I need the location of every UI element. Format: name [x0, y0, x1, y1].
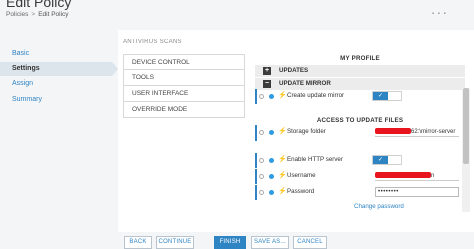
force-bolt-icon[interactable]: ⚡	[278, 171, 287, 179]
setting-group-bar	[255, 169, 257, 184]
nav-item-summary[interactable]: Summary	[0, 93, 112, 107]
force-bolt-icon[interactable]: ⚡	[278, 155, 287, 163]
password-field[interactable]: ••••••••	[375, 187, 459, 197]
scrollbar-thumb[interactable]	[463, 88, 469, 164]
nav-item-basic[interactable]: Basic	[0, 47, 112, 61]
username-input[interactable]: n	[375, 171, 459, 181]
category-list: DEVICE CONTROL TOOLS USER INTERFACE OVER…	[123, 54, 245, 118]
apply-radio[interactable]	[259, 190, 264, 195]
top-right-clipped-text: ▪ ▪ ▪	[432, 11, 447, 17]
wizard-nav: Basic Settings Assign Summary	[0, 30, 118, 249]
create-update-mirror-toggle[interactable]: ✓	[372, 91, 402, 101]
setting-label: Password	[287, 188, 315, 195]
force-bolt-icon[interactable]: ⚡	[278, 91, 287, 99]
change-password-link[interactable]: Change password	[354, 203, 404, 210]
enable-http-server-toggle[interactable]: ✓	[372, 155, 402, 165]
edit-policy-window: Edit Policy Policies > Edit Policy Basic S…	[0, 0, 474, 249]
setting-enable-http-server: ⚡ Enable HTTP server ✓	[255, 153, 465, 168]
redacted-block	[375, 128, 411, 135]
nav-item-settings[interactable]: Settings	[0, 62, 118, 76]
category-device-control[interactable]: DEVICE CONTROL	[123, 54, 245, 70]
category-tools[interactable]: TOOLS	[123, 70, 245, 86]
setting-group-bar	[255, 89, 257, 104]
breadcrumb-policies-link[interactable]: Policies	[6, 11, 28, 18]
back-button[interactable]: BACK	[124, 236, 152, 249]
setting-password: ⚡ Password ••••••••	[255, 185, 465, 200]
page-header: Edit Policy Policies > Edit Policy	[0, 0, 474, 30]
status-dot-icon[interactable]	[269, 130, 274, 135]
page-title: Edit Policy	[6, 0, 72, 10]
force-bolt-icon[interactable]: ⚡	[278, 187, 287, 195]
setting-label: Storage folder	[287, 128, 326, 135]
toggle-check-icon: ✓	[373, 92, 388, 100]
setting-storage-folder: ⚡ Storage folder 62:\mirror-server	[255, 125, 465, 141]
cancel-button[interactable]: CANCEL	[293, 236, 327, 249]
group-update-mirror-label: UPDATE MIRROR	[279, 80, 331, 87]
breadcrumb-separator: >	[31, 11, 36, 18]
group-updates-label: UPDATES	[279, 67, 309, 74]
apply-radio[interactable]	[259, 94, 264, 99]
breadcrumb-current: Edit Policy	[38, 11, 69, 18]
collapse-icon[interactable]: −	[263, 80, 271, 88]
setting-group-bar	[255, 125, 257, 141]
storage-folder-prefix: 62	[411, 129, 418, 135]
finish-button[interactable]: FINISH	[214, 236, 246, 249]
setting-group-bar	[255, 185, 257, 200]
status-dot-icon[interactable]	[269, 158, 274, 163]
settings-scrollbar[interactable]	[462, 88, 470, 212]
expand-icon[interactable]: +	[263, 67, 271, 75]
toggle-check-icon: ✓	[373, 156, 388, 164]
status-dot-icon[interactable]	[269, 174, 274, 179]
storage-folder-input[interactable]: 62:\mirror-server	[375, 127, 459, 137]
setting-label: Enable HTTP server	[287, 156, 343, 163]
continue-button[interactable]: CONTINUE	[156, 236, 194, 249]
breadcrumb: Policies > Edit Policy	[6, 11, 69, 18]
category-user-interface[interactable]: USER INTERFACE	[123, 86, 245, 102]
settings-panel: ANTIVIRUS SCANS DEVICE CONTROL TOOLS USE…	[118, 30, 474, 249]
setting-label: Create update mirror	[287, 92, 345, 99]
setting-label: Username	[287, 172, 316, 179]
apply-radio[interactable]	[259, 130, 264, 135]
force-bolt-icon[interactable]: ⚡	[278, 127, 287, 135]
category-override-mode[interactable]: OVERRIDE MODE	[123, 102, 245, 118]
apply-radio[interactable]	[259, 174, 264, 179]
section-my-profile: MY PROFILE	[340, 55, 380, 62]
storage-folder-value: :\mirror-server	[417, 129, 456, 135]
nav-item-assign[interactable]: Assign	[0, 77, 112, 91]
wizard-footer: BACK CONTINUE FINISH SAVE AS... CANCEL	[118, 232, 474, 249]
status-dot-icon[interactable]	[269, 94, 274, 99]
redacted-block	[375, 172, 431, 179]
save-as-button[interactable]: SAVE AS...	[251, 236, 289, 249]
settings-tree: MY PROFILE + UPDATES − UPDATE MIRROR ⚡ C…	[255, 44, 465, 226]
status-dot-icon[interactable]	[269, 190, 274, 195]
category-antivirus-scans-clipped[interactable]: ANTIVIRUS SCANS	[123, 39, 245, 44]
setting-create-update-mirror: ⚡ Create update mirror ✓	[255, 89, 465, 104]
apply-radio[interactable]	[259, 158, 264, 163]
setting-username: ⚡ Username n	[255, 169, 465, 184]
group-updates[interactable]: + UPDATES	[255, 65, 465, 77]
username-value: n	[431, 173, 435, 179]
setting-group-bar	[255, 153, 257, 168]
